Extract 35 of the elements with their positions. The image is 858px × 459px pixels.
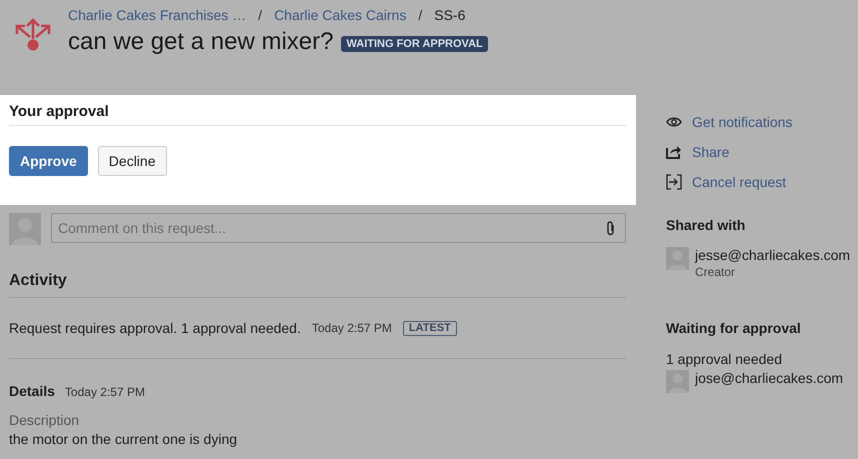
details-heading: Details [9,382,55,401]
status-lozenge: WAITING FOR APPROVAL [341,36,488,52]
avatar-icon [666,247,689,270]
section-heading: Your approval [9,102,110,122]
action-link[interactable]: Cancel request [692,172,786,192]
avatar-icon [666,370,689,393]
exit-icon [666,174,682,190]
request-title: can we get a new mixer? [68,27,334,57]
approval-count: 1 approval needed [666,351,783,368]
section-heading: Activity [9,271,68,291]
field-label: Description [9,411,80,429]
issue-key: SS-6 [434,6,466,24]
eye-icon [666,116,682,128]
user-role: Creator [695,264,736,280]
breadcrumb-link[interactable]: Charlie Cakes Franchises … [68,6,246,24]
description-text: the motor on the current one is dying [9,430,238,448]
user-email: jesse@charliecakes.com [695,247,850,264]
timestamp: Today 2:57 PM [64,384,145,400]
activity-text: Request requires approval. 1 approval needed. [9,318,301,338]
action-link[interactable]: Share [692,142,730,162]
user-email: jose@charliecakes.com [695,370,844,387]
decline-button[interactable]: Decline [98,146,166,176]
latest-badge: LATEST [402,320,457,336]
timestamp: Today 2:57 PM [312,320,392,337]
breadcrumb-separator: / [258,6,262,24]
breadcrumb-link[interactable]: Charlie Cakes Cairns [274,6,406,24]
avatar-icon [9,213,41,245]
action-link[interactable]: Get notifications [692,112,792,132]
comment-field[interactable]: Comment on this request... [51,213,626,243]
sidebar-heading: Shared with [666,216,746,235]
share-icon [666,145,682,159]
paperclip-icon[interactable] [606,220,616,236]
breadcrumb-separator: / [418,6,422,24]
sidebar-heading: Waiting for approval [666,319,802,338]
approve-button[interactable]: Approve [9,146,88,176]
